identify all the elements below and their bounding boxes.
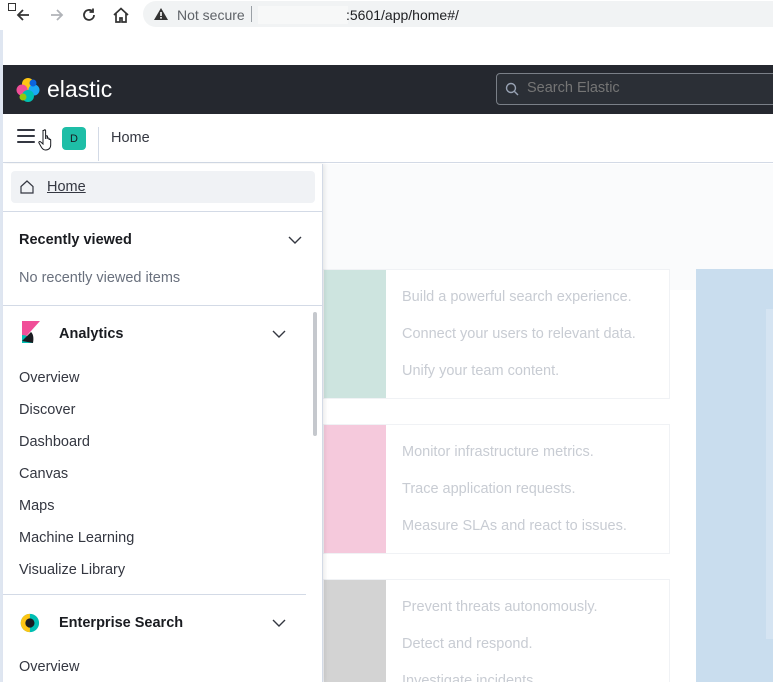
nav-link-visualize-library[interactable]: Visualize Library bbox=[19, 562, 125, 578]
back-icon[interactable] bbox=[12, 4, 34, 26]
nav-scrollbar[interactable] bbox=[313, 312, 317, 436]
enterprise-search-icon bbox=[20, 613, 40, 633]
card-line: Measure SLAs and react to issues. bbox=[402, 518, 627, 534]
global-search[interactable] bbox=[496, 73, 773, 105]
card-line: Detect and respond. bbox=[402, 636, 533, 652]
card-line: Prevent threats autonomously. bbox=[402, 599, 598, 615]
card-line: Monitor infrastructure metrics. bbox=[402, 444, 594, 460]
kibana-icon bbox=[22, 321, 40, 343]
card-line: Unify your team content. bbox=[402, 363, 560, 379]
card-line: Connect your users to relevant data. bbox=[402, 326, 636, 342]
nav-link-machine-learning[interactable]: Machine Learning bbox=[19, 530, 134, 546]
breadcrumb-divider bbox=[98, 127, 99, 161]
nav-home-label[interactable]: Home bbox=[47, 179, 86, 195]
address-bar[interactable]: Not secure :5601/app/home#/ bbox=[143, 1, 773, 27]
elastic-logo-icon[interactable] bbox=[15, 77, 41, 103]
card-image bbox=[324, 580, 386, 682]
divider bbox=[3, 211, 322, 212]
nav-link-overview[interactable]: Overview bbox=[19, 370, 79, 386]
app-header: elastic bbox=[3, 65, 773, 114]
menu-toggle-icon[interactable] bbox=[17, 129, 35, 145]
analytics-title[interactable]: Analytics bbox=[59, 326, 123, 342]
browser-gap bbox=[0, 30, 773, 65]
home-browser-icon[interactable] bbox=[110, 4, 132, 26]
solution-card-search[interactable]: Build a powerful search experience. Conn… bbox=[323, 269, 670, 399]
enterprise-search-title[interactable]: Enterprise Search bbox=[59, 615, 183, 631]
home-icon bbox=[20, 180, 34, 194]
nav-link-maps[interactable]: Maps bbox=[19, 498, 54, 514]
hand-cursor-icon bbox=[38, 129, 52, 151]
card-line: Build a powerful search experience. bbox=[402, 289, 632, 305]
card-line: Trace application requests. bbox=[402, 481, 576, 497]
divider bbox=[3, 594, 306, 595]
space-avatar[interactable]: D bbox=[62, 127, 86, 150]
promo-panel bbox=[696, 269, 773, 682]
solution-card-security[interactable]: Prevent threats autonomously. Detect and… bbox=[323, 579, 670, 682]
recently-viewed-empty: No recently viewed items bbox=[19, 270, 181, 286]
promo-panel-inner bbox=[766, 309, 773, 639]
card-image bbox=[324, 425, 386, 553]
warning-icon bbox=[154, 8, 168, 20]
chevron-down-icon[interactable] bbox=[272, 329, 286, 339]
reload-icon[interactable] bbox=[78, 4, 100, 26]
brand-name[interactable]: elastic bbox=[47, 76, 112, 103]
breadcrumb-home: Home bbox=[111, 130, 150, 146]
chevron-down-icon[interactable] bbox=[288, 235, 302, 245]
breadcrumb-bar: D Home bbox=[3, 114, 773, 163]
nav-link-canvas[interactable]: Canvas bbox=[19, 466, 68, 482]
card-image bbox=[324, 270, 386, 398]
nav-link-discover[interactable]: Discover bbox=[19, 402, 75, 418]
side-navigation: Home Recently viewed No recently viewed … bbox=[3, 164, 323, 682]
nav-link-dashboard[interactable]: Dashboard bbox=[19, 434, 90, 450]
redacted-host bbox=[258, 6, 348, 24]
recently-viewed-title[interactable]: Recently viewed bbox=[19, 232, 132, 248]
forward-icon[interactable] bbox=[46, 4, 68, 26]
nav-home-item[interactable]: Home bbox=[11, 171, 315, 203]
solution-card-observability[interactable]: Monitor infrastructure metrics. Trace ap… bbox=[323, 424, 670, 554]
divider bbox=[3, 305, 322, 306]
search-input[interactable] bbox=[527, 80, 773, 96]
address-divider bbox=[251, 6, 252, 22]
search-icon bbox=[505, 82, 519, 96]
not-secure-label: Not secure bbox=[177, 7, 245, 23]
card-line: Investigate incidents. bbox=[402, 673, 538, 682]
browser-toolbar: Not secure :5601/app/home#/ bbox=[0, 0, 773, 30]
url-text: :5601/app/home#/ bbox=[346, 7, 459, 23]
chevron-down-icon[interactable] bbox=[272, 618, 286, 628]
nav-link-enterprise-overview[interactable]: Overview bbox=[19, 659, 79, 675]
